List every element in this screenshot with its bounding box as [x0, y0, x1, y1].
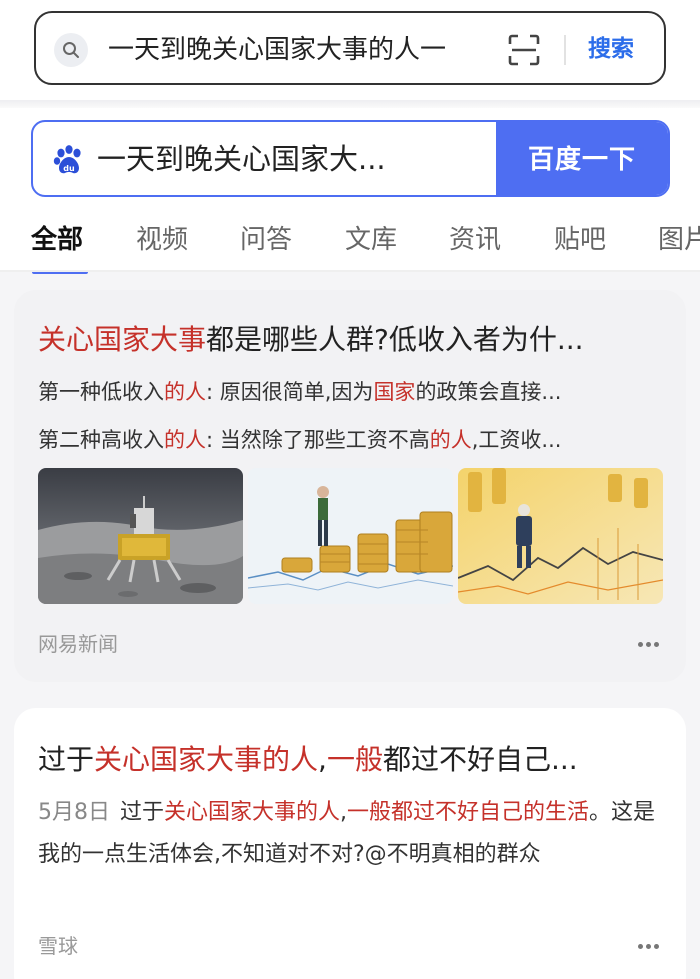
- result-tabs: 全部 视频 问答 文库 资讯 贴吧 图片: [0, 212, 700, 274]
- result-snippet: 第二种高收入的人: 当然除了那些工资不高的人,工资收...: [38, 428, 562, 452]
- browser-top-bar: 一天到晚关心国家大事的人一 搜索: [0, 0, 700, 100]
- divider: [564, 35, 566, 65]
- scan-icon[interactable]: [508, 34, 540, 66]
- baidu-query-text[interactable]: 一天到晚关心国家大...: [97, 139, 386, 179]
- header-shadow: [0, 100, 700, 108]
- more-options-icon[interactable]: [638, 642, 660, 648]
- tab-video[interactable]: 视频: [136, 220, 188, 260]
- divider: [0, 270, 700, 272]
- result-date: 5月8日: [38, 800, 110, 825]
- tab-news[interactable]: 资讯: [449, 220, 501, 260]
- baidu-header: du 一天到晚关心国家大... 百度一下 全部 视频 问答 文库 资讯 贴吧 图…: [0, 108, 700, 274]
- result-source: 网易新闻: [38, 632, 118, 656]
- tab-images[interactable]: 图片: [658, 220, 700, 260]
- baidu-paw-icon: du: [53, 145, 81, 174]
- result-snippet: 5月8日 过于关心国家大事的人,一般都过不好自己的生活。这是我的一点生活体会,不知…: [38, 800, 656, 867]
- svg-text:du: du: [63, 164, 75, 173]
- result-title[interactable]: 过于关心国家大事的人,一般都过不好自己...: [38, 740, 662, 780]
- tab-all[interactable]: 全部: [31, 220, 83, 260]
- tab-library[interactable]: 文库: [345, 220, 397, 260]
- result-images: [38, 468, 663, 604]
- search-button[interactable]: 搜索: [588, 31, 634, 67]
- result-card[interactable]: 过于关心国家大事的人,一般都过不好自己... 5月8日 过于关心国家大事的人,一般…: [14, 708, 686, 979]
- tab-qa[interactable]: 问答: [240, 220, 292, 260]
- coin-stacks-image[interactable]: [248, 468, 453, 604]
- baidu-search-box[interactable]: du 一天到晚关心国家大... 百度一下: [31, 120, 670, 197]
- baidu-search-button[interactable]: 百度一下: [496, 122, 668, 195]
- browser-query-text[interactable]: 一天到晚关心国家大事的人一: [108, 32, 500, 68]
- lunar-lander-image[interactable]: [38, 468, 243, 604]
- result-snippet: 第一种低收入的人: 原因很简单,因为国家的政策会直接...: [38, 380, 562, 404]
- tab-tieba[interactable]: 贴吧: [554, 220, 606, 260]
- result-title[interactable]: 关心国家大事都是哪些人群?低收入者为什...: [38, 320, 662, 360]
- businessman-chart-image[interactable]: [458, 468, 663, 604]
- search-icon: [54, 33, 88, 67]
- result-card[interactable]: 关心国家大事都是哪些人群?低收入者为什... 第一种低收入的人: 原因很简单,因…: [14, 290, 686, 682]
- browser-search-box[interactable]: 一天到晚关心国家大事的人一 搜索: [34, 11, 666, 85]
- result-source: 雪球: [38, 934, 78, 958]
- more-options-icon[interactable]: [638, 944, 660, 950]
